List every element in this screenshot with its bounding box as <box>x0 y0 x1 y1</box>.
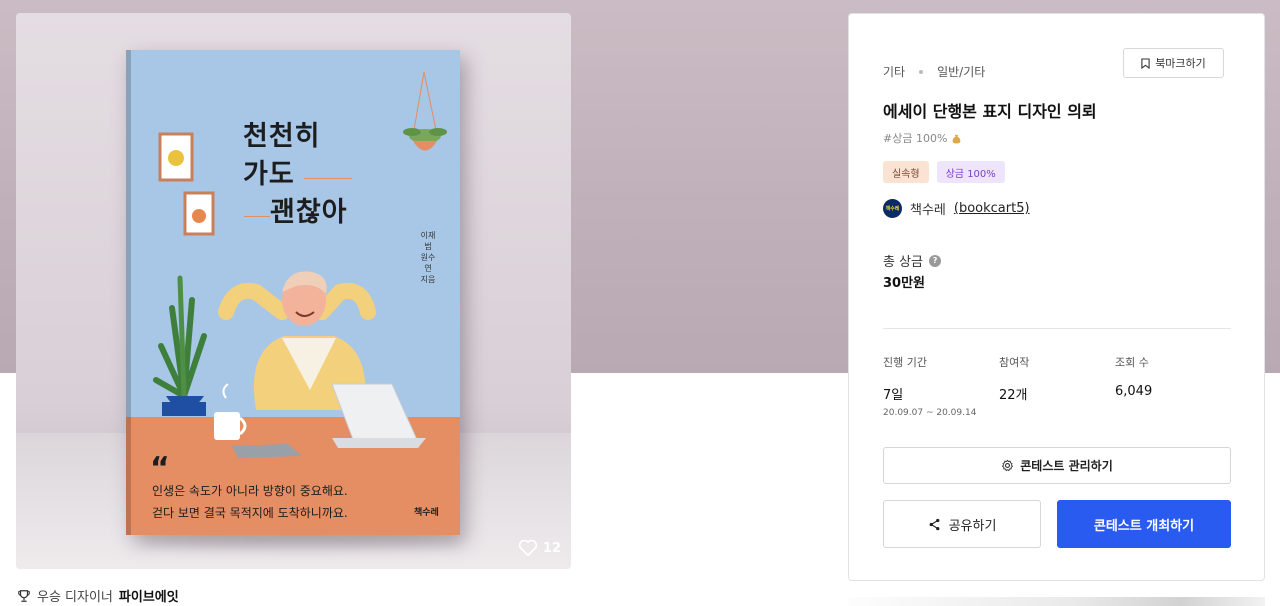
cover-quote-line: 걷다 보면 결국 목적지에 도착하니까요. <box>152 506 348 520</box>
bookmark-button[interactable]: 북마크하기 <box>1123 48 1224 78</box>
breadcrumb-item[interactable]: 기타 <box>883 63 905 80</box>
host-info[interactable]: 책수레 책수레 (bookcart5) <box>883 199 1030 218</box>
prize-label: 총 상금 ? <box>883 251 942 270</box>
breadcrumb-item[interactable]: 일반/기타 <box>937 63 985 80</box>
bookmark-label: 북마크하기 <box>1155 57 1206 70</box>
prize-value: 30만원 <box>883 276 926 291</box>
divider <box>883 328 1231 329</box>
stat-views: 조회 수 6,049 <box>1115 354 1152 399</box>
heart-icon <box>518 539 538 557</box>
stat-value: 6,049 <box>1115 384 1153 399</box>
manage-contest-label: 콘테스트 관리하기 <box>1020 459 1113 473</box>
stat-entries: 참여작 22개 <box>999 354 1029 403</box>
breadcrumb-separator <box>919 69 924 74</box>
share-button[interactable]: 공유하기 <box>883 500 1041 548</box>
cover-publisher: 책수레 <box>414 508 439 518</box>
breadcrumb: 기타 일반/기타 <box>883 63 985 80</box>
host-handle[interactable]: (bookcart5) <box>954 201 1030 216</box>
winner-name[interactable]: 파이브에잇 <box>119 586 179 605</box>
contest-title: 에세이 단행본 표지 디자인 의뢰 <box>883 102 1097 121</box>
avatar: 책수레 <box>883 199 902 218</box>
hashtag: #상금 100% <box>883 130 962 146</box>
title-divider <box>244 216 270 217</box>
hashtag-text[interactable]: #상금 100% <box>883 130 947 146</box>
cover-title: 천천히 가도 괜찮아 <box>126 114 460 234</box>
stat-label: 진행 기간 <box>883 356 927 369</box>
trophy-icon <box>18 589 30 602</box>
tag-badge: 실속형 <box>883 161 929 183</box>
stat-value: 7일 <box>883 388 904 403</box>
share-label: 공유하기 <box>948 518 997 534</box>
book-cover: 천천히 가도 괜찮아 이재범 원수연 지음 “ 인생은 속도가 아니라 방향이 … <box>126 50 460 535</box>
cover-title-line: 천천히 <box>243 121 321 152</box>
stat-value: 22개 <box>999 388 1028 403</box>
tag-list: 실속형 상금 100% <box>883 161 1005 183</box>
like-button[interactable]: 12 <box>518 539 561 557</box>
bookmark-icon <box>1141 57 1150 69</box>
stat-label: 조회 수 <box>1115 356 1149 369</box>
gear-icon <box>1002 459 1014 472</box>
stat-period: 진행 기간 7일 20.09.07 ~ 20.09.14 <box>883 354 976 418</box>
cover-author: 이재범 원수연 지음 <box>420 231 436 284</box>
tag-badge: 상금 100% <box>936 161 1005 183</box>
help-icon[interactable]: ? <box>929 254 942 267</box>
money-bag-icon <box>953 134 961 144</box>
cover-title-line: 가도 <box>243 159 295 190</box>
cover-title-line: 괜찮아 <box>270 197 348 228</box>
book-spine <box>126 50 131 535</box>
manage-contest-button[interactable]: 콘테스트 관리하기 <box>883 447 1231 484</box>
next-section-preview <box>848 597 1265 606</box>
contest-image[interactable]: 천천히 가도 괜찮아 이재범 원수연 지음 “ 인생은 속도가 아니라 방향이 … <box>16 13 571 569</box>
stat-label: 참여작 <box>999 356 1030 369</box>
winner-info: 우승 디자이너 파이브에잇 <box>17 586 179 605</box>
share-icon <box>929 518 939 530</box>
book-shadow <box>142 533 462 547</box>
host-contest-button[interactable]: 콘테스트 개최하기 <box>1057 500 1231 548</box>
contest-info-panel: 기타 일반/기타 북마크하기 에세이 단행본 표지 디자인 의뢰 #상금 100… <box>848 13 1265 581</box>
winner-label: 우승 디자이너 <box>37 590 113 605</box>
stat-date-range: 20.09.07 ~ 20.09.14 <box>883 408 977 418</box>
like-count: 12 <box>542 540 561 556</box>
prize-label-text: 총 상금 <box>883 255 924 270</box>
cover-quote: 인생은 속도가 아니라 방향이 중요해요. 걷다 보면 결국 목적지에 도착하니… <box>152 480 348 524</box>
host-name: 책수레 <box>910 203 946 218</box>
cover-quote-line: 인생은 속도가 아니라 방향이 중요해요. <box>152 484 348 498</box>
title-divider <box>304 178 352 179</box>
